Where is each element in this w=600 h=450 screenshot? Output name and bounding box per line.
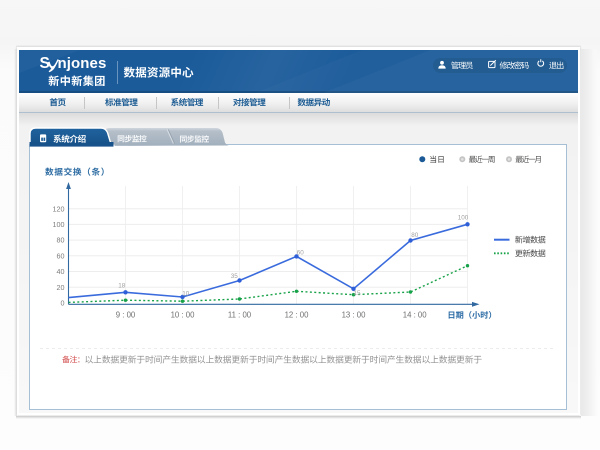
svg-text:14 : 00: 14 : 00 [403,310,428,319]
svg-text:13 : 00: 13 : 00 [342,310,367,319]
svg-text:18: 18 [118,282,126,289]
svg-text:100: 100 [458,214,469,221]
svg-text:100: 100 [53,220,65,229]
svg-text:80: 80 [411,232,419,239]
svg-text:12 : 00: 12 : 00 [285,310,310,319]
svg-text:11 : 00: 11 : 00 [228,310,252,319]
svg-text:60: 60 [297,250,305,257]
svg-text:15: 15 [353,290,361,297]
svg-text:S: S [40,55,50,72]
svg-text:120: 120 [53,204,65,213]
svg-text:80: 80 [57,236,65,245]
svg-text:0: 0 [61,299,65,308]
svg-text:35: 35 [231,273,239,280]
svg-text:10: 10 [182,290,190,297]
svg-text:40: 40 [57,267,65,276]
svg-text:njones: njones [58,55,107,72]
svg-text:60: 60 [57,251,65,260]
svg-text:20: 20 [57,283,65,292]
svg-text:9 : 00: 9 : 00 [116,310,136,319]
svg-text:10 : 00: 10 : 00 [171,310,196,319]
